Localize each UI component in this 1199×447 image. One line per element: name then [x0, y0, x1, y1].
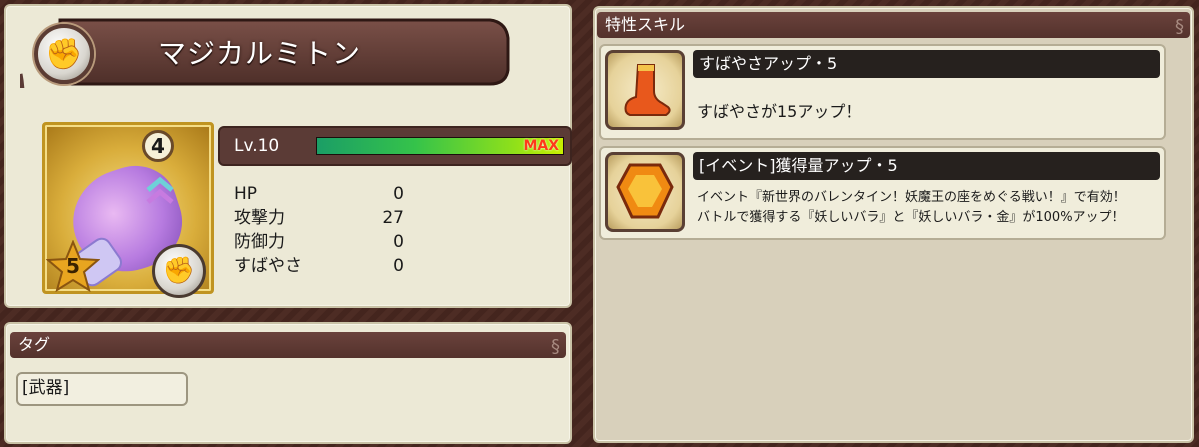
skill-title: [イベント]獲得量アップ・5 — [693, 152, 1160, 180]
stat-value: 0 — [393, 184, 404, 204]
skill-panel: 特性スキル § すばやさアップ・5 すばやさが15アップ！ [イベント]獲得量ア… — [593, 6, 1194, 443]
tag-panel: タグ § [武器] — [4, 322, 572, 444]
skill-description: バトルで獲得する『妖しいバラ』と『妖しいバラ・金』が100%アップ！ — [697, 210, 1125, 225]
boot-icon — [605, 50, 685, 130]
stat-row: 攻撃力 27 — [234, 206, 404, 230]
star-rating-icon: 5 — [45, 239, 101, 293]
stat-value: 27 — [382, 208, 404, 228]
swirl-ornament-icon: § — [1175, 16, 1184, 37]
stat-label: 防御力 — [234, 232, 285, 252]
skill-header: 特性スキル § — [597, 12, 1190, 38]
stat-value: 0 — [393, 256, 404, 276]
weapon-type-fist-icon: ✊ — [34, 24, 94, 84]
level-label: Lv.10 — [234, 136, 280, 156]
gem-icon — [605, 152, 685, 232]
level-bar: Lv.10 MAX — [218, 126, 572, 166]
stat-row: HP 0 — [234, 182, 404, 206]
skill-description: すばやさが15アップ！ — [697, 102, 862, 121]
stat-value: 0 — [393, 232, 404, 252]
tag-item[interactable]: [武器] — [16, 372, 188, 406]
skill-title: すばやさアップ・5 — [693, 50, 1160, 78]
tag-header: タグ § — [10, 332, 566, 358]
stat-label: HP — [234, 184, 258, 204]
skill-description: イベント『新世界のバレンタイン！妖魔王の座をめぐる戦い！』で有効！ — [697, 190, 1126, 205]
stat-row: すばやさ 0 — [234, 254, 404, 278]
rank-badge: 4 — [142, 130, 174, 162]
fist-icon: ✊ — [152, 244, 206, 298]
star-count: 5 — [66, 254, 80, 278]
item-panel: ✊ マジカルミトン 4 5 ✊ Lv.10 MAX HP 0 攻撃力 27 防御力 0… — [4, 4, 572, 308]
skill-item[interactable]: [イベント]獲得量アップ・5 イベント『新世界のバレンタイン！妖魔王の座をめぐる… — [599, 146, 1166, 240]
exp-max-label: MAX — [523, 138, 559, 154]
skill-item[interactable]: すばやさアップ・5 すばやさが15アップ！ — [599, 44, 1166, 140]
swirl-ornament-icon: § — [551, 336, 560, 357]
stat-row: 防御力 0 — [234, 230, 404, 254]
exp-bar: MAX — [316, 137, 564, 155]
tag-header-label: タグ — [18, 335, 51, 354]
item-name: マジカルミトン — [158, 37, 362, 70]
item-title-banner: ✊ マジカルミトン — [20, 14, 514, 88]
stats-list: HP 0 攻撃力 27 防御力 0 すばやさ 0 — [234, 182, 404, 278]
stat-label: すばやさ — [234, 256, 302, 276]
skill-header-label: 特性スキル — [605, 15, 686, 34]
rank-up-chevron-icon — [146, 176, 174, 204]
stat-label: 攻撃力 — [234, 208, 285, 228]
